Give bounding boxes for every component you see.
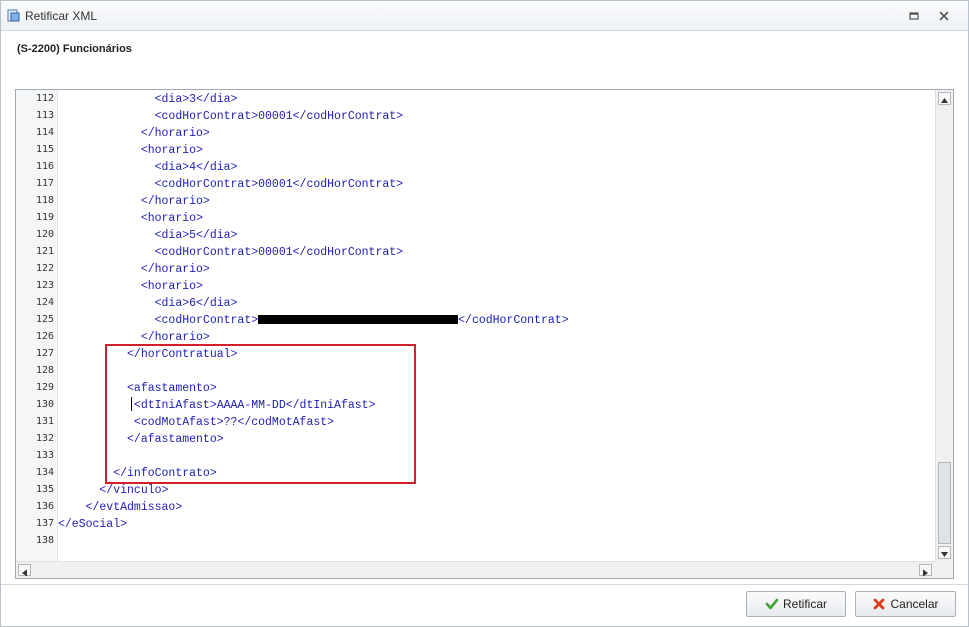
- code-line[interactable]: <dia>6</dia>: [58, 295, 238, 312]
- code-line[interactable]: <codHorContrat>00001</codHorContrat>: [58, 176, 403, 193]
- line-number: 129: [35, 382, 54, 393]
- vertical-scroll-thumb[interactable]: [938, 462, 951, 544]
- code-line[interactable]: <dia>3</dia>: [58, 91, 238, 108]
- code-line[interactable]: <horario>: [58, 142, 203, 159]
- footer-divider: [1, 584, 968, 585]
- code-line-text: </horario>: [58, 195, 210, 208]
- highlight-box: [105, 344, 416, 484]
- x-cross-icon: [874, 598, 885, 610]
- code-line[interactable]: <codHorContrat> </codHorContrat>: [58, 312, 569, 329]
- code-line-text: </eSocial>: [58, 518, 128, 531]
- line-number: 113: [35, 110, 54, 121]
- line-number: 114: [35, 127, 54, 138]
- retificar-xml-window: Retificar XML (S-2200) Funcionários 112 1…: [0, 0, 969, 627]
- code-line[interactable]: </eSocial>: [58, 516, 127, 533]
- line-number: 122: [35, 263, 54, 274]
- code-line-text: <codHorContrat>: [58, 314, 259, 327]
- redacted-value: [258, 315, 459, 325]
- code-line-text: <dia>4</dia>: [58, 161, 238, 174]
- scrollbar-corner: [935, 561, 953, 578]
- line-number: 130: [35, 399, 54, 410]
- code-line[interactable]: </evtAdmissao>: [58, 499, 183, 516]
- code-line-text: </horario>: [58, 331, 210, 344]
- line-number: 131: [35, 416, 54, 427]
- retificar-button[interactable]: Retificar: [746, 591, 846, 617]
- code-line-text: <codHorContrat>00001</codHorContrat>: [58, 178, 404, 191]
- code-line[interactable]: <codHorContrat>00001</codHorContrat>: [58, 108, 403, 125]
- code-line-text: <dia>5</dia>: [58, 229, 238, 242]
- line-number: 116: [35, 161, 54, 172]
- code-line-text: </evtAdmissao>: [58, 501, 183, 514]
- code-line[interactable]: </horario>: [58, 125, 210, 142]
- line-number: 117: [35, 178, 54, 189]
- line-number: 138: [35, 535, 54, 546]
- code-line-text: <dia>6</dia>: [58, 297, 238, 310]
- code-line-text: </horario>: [58, 263, 210, 276]
- code-area[interactable]: <dia>3</dia> <codHorContrat>00001</codHo…: [58, 90, 936, 562]
- code-line-text: <horario>: [58, 280, 203, 293]
- scroll-down-arrow-icon[interactable]: [938, 546, 951, 559]
- code-line[interactable]: <codHorContrat>00001</codHorContrat>: [58, 244, 403, 261]
- code-line-closing-tag: </codHorContrat>: [458, 314, 569, 327]
- line-number: 112: [35, 93, 54, 104]
- line-number: 119: [35, 212, 54, 223]
- checkmark-icon: [765, 598, 779, 610]
- code-line-text: </horario>: [58, 127, 210, 140]
- title-bar[interactable]: Retificar XML: [1, 1, 968, 31]
- scroll-up-arrow-icon[interactable]: [938, 92, 951, 105]
- line-number-gutter: 112 113 114 115 116 117 118 119 120 121 122 123 124 1…: [16, 90, 58, 562]
- vertical-scrollbar[interactable]: [935, 90, 953, 562]
- retificar-button-label: Retificar: [782, 597, 827, 611]
- code-line[interactable]: <dia>4</dia>: [58, 159, 238, 176]
- line-number: 123: [35, 280, 54, 291]
- xml-editor[interactable]: 112 113 114 115 116 117 118 119 120 121 122 123 124 1…: [15, 89, 954, 579]
- code-line[interactable]: </horario>: [58, 261, 210, 278]
- code-line-text: </vinculo>: [58, 484, 169, 497]
- restore-window-icon[interactable]: [906, 8, 922, 24]
- horizontal-scrollbar[interactable]: [16, 561, 936, 578]
- line-number: 137: [35, 518, 54, 529]
- close-icon[interactable]: [936, 8, 952, 24]
- scroll-left-arrow-icon[interactable]: [18, 564, 31, 577]
- code-line-text: <codHorContrat>00001</codHorContrat>: [58, 246, 404, 259]
- line-number: 125: [35, 314, 54, 325]
- line-number: 132: [35, 433, 54, 444]
- scroll-right-arrow-icon[interactable]: [919, 564, 932, 577]
- line-number: 127: [35, 348, 54, 359]
- cancelar-button[interactable]: Cancelar: [855, 591, 956, 617]
- code-line[interactable]: </vinculo>: [58, 482, 168, 499]
- code-line[interactable]: <dia>5</dia>: [58, 227, 238, 244]
- section-header: (S-2200) Funcionários: [1, 32, 968, 77]
- line-number: 136: [35, 501, 54, 512]
- code-line-text: <dia>3</dia>: [58, 93, 238, 106]
- line-number: 126: [35, 331, 54, 342]
- line-number: 118: [35, 195, 54, 206]
- xml-document-icon: [7, 9, 20, 22]
- window-title: Retificar XML: [25, 9, 98, 23]
- code-line-text: <codHorContrat>00001</codHorContrat>: [58, 110, 404, 123]
- line-number: 115: [35, 144, 54, 155]
- code-line[interactable]: <horario>: [58, 278, 203, 295]
- line-number: 133: [35, 450, 54, 461]
- code-line-text: <horario>: [58, 144, 203, 157]
- line-number: 134: [35, 467, 54, 478]
- line-number: 121: [35, 246, 54, 257]
- code-line[interactable]: <horario>: [58, 210, 203, 227]
- code-line-text: <horario>: [58, 212, 203, 225]
- line-number: 135: [35, 484, 54, 495]
- section-title: (S-2200) Funcionários: [17, 43, 132, 55]
- line-number: 124: [35, 297, 54, 308]
- cancelar-button-label: Cancelar: [890, 597, 939, 611]
- line-number: 128: [35, 365, 54, 376]
- code-line[interactable]: </horario>: [58, 193, 210, 210]
- line-number: 120: [35, 229, 54, 240]
